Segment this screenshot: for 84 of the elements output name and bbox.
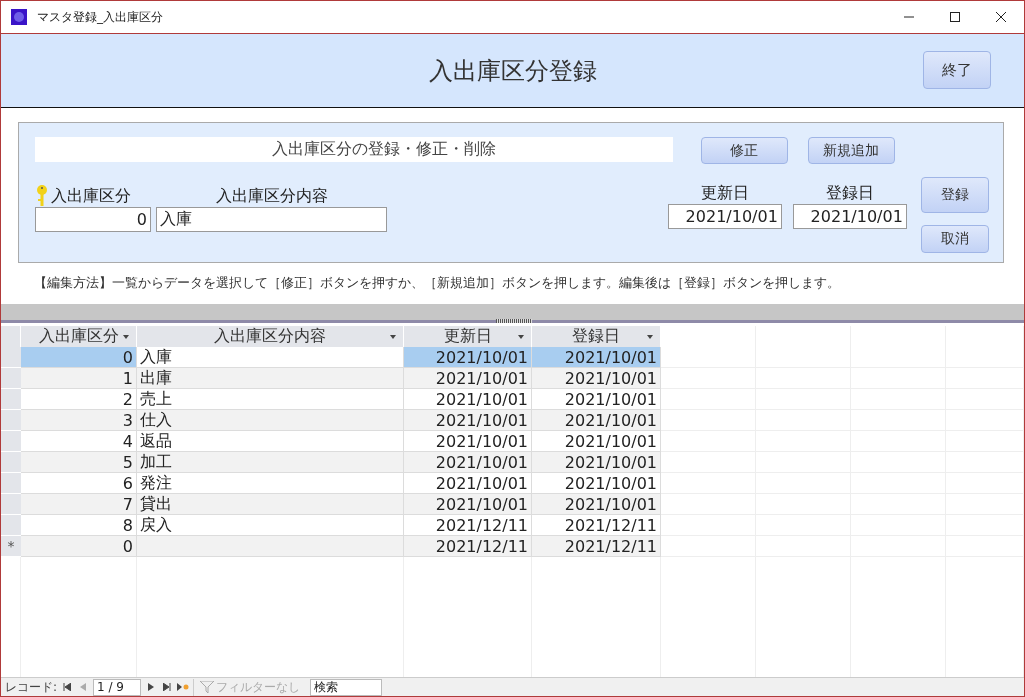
table-cell[interactable]: 2021/12/11 [532,536,661,557]
column-header[interactable]: 入出庫区分 [21,326,137,347]
record-selector[interactable] [1,431,21,452]
table-cell[interactable]: 1 [21,368,137,389]
date-label: 更新日 [700,183,749,204]
table-cell[interactable]: 2021/10/01 [404,494,532,515]
table-cell[interactable]: 貸出 [137,494,404,515]
maximize-icon[interactable] [950,12,960,22]
table-cell[interactable]: 2021/10/01 [404,431,532,452]
search-field[interactable]: 検索 [310,678,383,696]
record-selector[interactable] [1,473,21,494]
form-button[interactable]: 修正 [700,137,788,164]
table-cell[interactable]: 入庫 [137,347,404,368]
date-field[interactable]: 2021/10/01 [792,204,907,229]
section-title: 入出庫区分の登録・修正・削除 [35,137,673,162]
record-selector[interactable] [1,452,21,473]
table-cell[interactable]: 2021/12/11 [404,515,532,536]
splitter-bar[interactable] [1,304,1024,323]
table-cell[interactable]: 戻入 [137,515,404,536]
window-title: マスタ登録_入出庫区分 [37,8,164,26]
table-cell[interactable]: 売上 [137,389,404,410]
table-cell[interactable]: 2021/10/01 [404,410,532,431]
table-cell[interactable]: 2021/10/01 [532,410,661,431]
table-cell[interactable]: 仕入 [137,410,404,431]
filter-icon[interactable] [200,681,215,693]
table-cell[interactable]: 2021/10/01 [404,473,532,494]
table-cell[interactable]: 2021/12/11 [532,515,661,536]
table-cell[interactable]: 2021/10/01 [404,389,532,410]
form-title: 入出庫区分登録 [428,55,597,87]
table-cell[interactable]: 出庫 [137,368,404,389]
table-cell[interactable]: 2021/10/01 [532,494,661,515]
form-button[interactable]: 取消 [921,225,989,253]
app-icon [11,9,27,25]
table-cell[interactable]: 3 [21,410,137,431]
dropdown-arrow-icon[interactable] [123,335,129,339]
table-cell[interactable]: 発注 [137,473,404,494]
record-selector[interactable] [1,347,21,368]
table-cell[interactable]: 4 [21,431,137,452]
table-cell[interactable]: 0 [21,536,137,557]
table-cell[interactable]: 2021/10/01 [404,368,532,389]
table-cell[interactable]: 加工 [137,452,404,473]
date-label: 登録日 [825,183,874,204]
record-selector[interactable] [1,389,21,410]
table-cell[interactable]: 返品 [137,431,404,452]
form-button[interactable]: 登録 [921,177,989,213]
table-cell[interactable]: 2021/10/01 [404,347,532,368]
input-field[interactable]: 入庫 [156,207,387,232]
instructions-text: 【編集方法】一覧からデータを選択して［修正］ボタンを押すか、［新規追加］ボタンを押します。編集後は［登録］ボタンを押します。 [34,274,841,292]
input-field[interactable]: 0 [35,207,151,232]
table-cell[interactable]: 2021/10/01 [532,452,661,473]
table-cell[interactable]: 2 [21,389,137,410]
table-cell[interactable]: 2021/10/01 [532,389,661,410]
table-cell[interactable]: 7 [21,494,137,515]
record-position-field[interactable]: 1 / 9 [93,678,142,696]
record-selector[interactable] [1,410,21,431]
record-selector[interactable]: * [1,536,21,557]
table-cell[interactable]: 2021/10/01 [532,368,661,389]
table-cell[interactable]: 2021/10/01 [532,431,661,452]
dropdown-arrow-icon[interactable] [518,335,524,339]
field-label: 入出庫区分 [51,186,131,207]
record-selector[interactable] [1,368,21,389]
table-cell[interactable]: 2021/10/01 [404,452,532,473]
table-cell[interactable]: 0 [21,347,137,368]
column-header[interactable]: 更新日 [404,326,532,347]
dropdown-arrow-icon[interactable] [647,335,653,339]
form-button[interactable]: 新規追加 [807,137,895,164]
table-cell[interactable]: 2021/10/01 [532,473,661,494]
column-header[interactable]: 登録日 [532,326,661,347]
table-cell[interactable]: 2021/12/11 [404,536,532,557]
dropdown-arrow-icon[interactable] [390,335,396,339]
record-selector[interactable] [1,494,21,515]
field-label: 入出庫区分内容 [215,186,328,207]
table-cell[interactable]: 6 [21,473,137,494]
table-cell[interactable]: 5 [21,452,137,473]
date-field[interactable]: 2021/10/01 [667,204,782,229]
table-cell[interactable]: 2021/10/01 [532,347,661,368]
table-cell[interactable]: 8 [21,515,137,536]
close-icon[interactable] [996,12,1006,22]
table-cell[interactable] [137,536,404,557]
select-all-corner[interactable] [1,326,21,347]
exit-button[interactable]: 終了 [923,51,991,89]
record-label: レコード: [5,678,58,696]
column-header[interactable]: 入出庫区分内容 [137,326,404,347]
record-selector[interactable] [1,515,21,536]
